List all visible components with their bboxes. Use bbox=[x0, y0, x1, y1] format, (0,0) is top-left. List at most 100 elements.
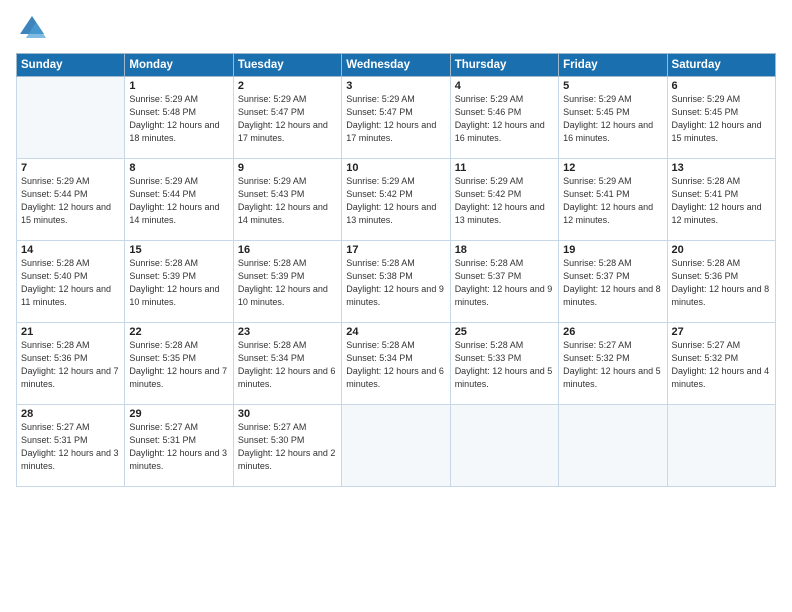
calendar-cell: 29Sunrise: 5:27 AMSunset: 5:31 PMDayligh… bbox=[125, 405, 233, 487]
day-number: 21 bbox=[21, 326, 120, 338]
calendar-cell: 8Sunrise: 5:29 AMSunset: 5:44 PMDaylight… bbox=[125, 159, 233, 241]
calendar-cell: 23Sunrise: 5:28 AMSunset: 5:34 PMDayligh… bbox=[233, 323, 341, 405]
calendar-cell: 13Sunrise: 5:28 AMSunset: 5:41 PMDayligh… bbox=[667, 159, 775, 241]
page: SundayMondayTuesdayWednesdayThursdayFrid… bbox=[0, 0, 792, 612]
calendar-table: SundayMondayTuesdayWednesdayThursdayFrid… bbox=[16, 53, 776, 487]
day-info: Sunrise: 5:29 AMSunset: 5:45 PMDaylight:… bbox=[672, 93, 771, 145]
calendar-cell: 10Sunrise: 5:29 AMSunset: 5:42 PMDayligh… bbox=[342, 159, 450, 241]
day-info: Sunrise: 5:29 AMSunset: 5:45 PMDaylight:… bbox=[563, 93, 662, 145]
day-number: 29 bbox=[129, 408, 228, 420]
day-info: Sunrise: 5:28 AMSunset: 5:40 PMDaylight:… bbox=[21, 257, 120, 309]
calendar-cell bbox=[17, 77, 125, 159]
day-info: Sunrise: 5:29 AMSunset: 5:41 PMDaylight:… bbox=[563, 175, 662, 227]
day-number: 5 bbox=[563, 80, 662, 92]
calendar-cell: 1Sunrise: 5:29 AMSunset: 5:48 PMDaylight… bbox=[125, 77, 233, 159]
calendar-cell: 7Sunrise: 5:29 AMSunset: 5:44 PMDaylight… bbox=[17, 159, 125, 241]
calendar-week-2: 7Sunrise: 5:29 AMSunset: 5:44 PMDaylight… bbox=[17, 159, 776, 241]
calendar-week-3: 14Sunrise: 5:28 AMSunset: 5:40 PMDayligh… bbox=[17, 241, 776, 323]
col-header-saturday: Saturday bbox=[667, 54, 775, 77]
day-number: 22 bbox=[129, 326, 228, 338]
calendar-cell: 21Sunrise: 5:28 AMSunset: 5:36 PMDayligh… bbox=[17, 323, 125, 405]
day-info: Sunrise: 5:29 AMSunset: 5:42 PMDaylight:… bbox=[346, 175, 445, 227]
day-number: 8 bbox=[129, 162, 228, 174]
calendar-cell: 9Sunrise: 5:29 AMSunset: 5:43 PMDaylight… bbox=[233, 159, 341, 241]
day-number: 7 bbox=[21, 162, 120, 174]
day-info: Sunrise: 5:28 AMSunset: 5:37 PMDaylight:… bbox=[455, 257, 554, 309]
day-info: Sunrise: 5:27 AMSunset: 5:31 PMDaylight:… bbox=[21, 421, 120, 473]
col-header-wednesday: Wednesday bbox=[342, 54, 450, 77]
calendar-cell bbox=[667, 405, 775, 487]
day-info: Sunrise: 5:28 AMSunset: 5:36 PMDaylight:… bbox=[21, 339, 120, 391]
col-header-friday: Friday bbox=[559, 54, 667, 77]
day-info: Sunrise: 5:28 AMSunset: 5:34 PMDaylight:… bbox=[346, 339, 445, 391]
calendar-cell: 17Sunrise: 5:28 AMSunset: 5:38 PMDayligh… bbox=[342, 241, 450, 323]
calendar-cell: 11Sunrise: 5:29 AMSunset: 5:42 PMDayligh… bbox=[450, 159, 558, 241]
day-info: Sunrise: 5:29 AMSunset: 5:43 PMDaylight:… bbox=[238, 175, 337, 227]
day-info: Sunrise: 5:28 AMSunset: 5:33 PMDaylight:… bbox=[455, 339, 554, 391]
calendar-cell: 3Sunrise: 5:29 AMSunset: 5:47 PMDaylight… bbox=[342, 77, 450, 159]
calendar-cell: 5Sunrise: 5:29 AMSunset: 5:45 PMDaylight… bbox=[559, 77, 667, 159]
day-number: 12 bbox=[563, 162, 662, 174]
day-info: Sunrise: 5:29 AMSunset: 5:42 PMDaylight:… bbox=[455, 175, 554, 227]
col-header-tuesday: Tuesday bbox=[233, 54, 341, 77]
calendar-week-4: 21Sunrise: 5:28 AMSunset: 5:36 PMDayligh… bbox=[17, 323, 776, 405]
calendar-cell: 22Sunrise: 5:28 AMSunset: 5:35 PMDayligh… bbox=[125, 323, 233, 405]
day-number: 25 bbox=[455, 326, 554, 338]
day-number: 17 bbox=[346, 244, 445, 256]
day-number: 1 bbox=[129, 80, 228, 92]
calendar-cell: 25Sunrise: 5:28 AMSunset: 5:33 PMDayligh… bbox=[450, 323, 558, 405]
day-info: Sunrise: 5:29 AMSunset: 5:46 PMDaylight:… bbox=[455, 93, 554, 145]
calendar-cell: 24Sunrise: 5:28 AMSunset: 5:34 PMDayligh… bbox=[342, 323, 450, 405]
day-number: 24 bbox=[346, 326, 445, 338]
calendar-cell: 27Sunrise: 5:27 AMSunset: 5:32 PMDayligh… bbox=[667, 323, 775, 405]
day-number: 14 bbox=[21, 244, 120, 256]
day-info: Sunrise: 5:28 AMSunset: 5:41 PMDaylight:… bbox=[672, 175, 771, 227]
day-info: Sunrise: 5:28 AMSunset: 5:36 PMDaylight:… bbox=[672, 257, 771, 309]
col-header-thursday: Thursday bbox=[450, 54, 558, 77]
calendar-cell: 19Sunrise: 5:28 AMSunset: 5:37 PMDayligh… bbox=[559, 241, 667, 323]
calendar-cell: 16Sunrise: 5:28 AMSunset: 5:39 PMDayligh… bbox=[233, 241, 341, 323]
calendar-cell: 4Sunrise: 5:29 AMSunset: 5:46 PMDaylight… bbox=[450, 77, 558, 159]
day-info: Sunrise: 5:27 AMSunset: 5:32 PMDaylight:… bbox=[672, 339, 771, 391]
day-info: Sunrise: 5:27 AMSunset: 5:31 PMDaylight:… bbox=[129, 421, 228, 473]
calendar-cell: 30Sunrise: 5:27 AMSunset: 5:30 PMDayligh… bbox=[233, 405, 341, 487]
day-number: 20 bbox=[672, 244, 771, 256]
logo-icon bbox=[18, 14, 46, 42]
calendar-week-5: 28Sunrise: 5:27 AMSunset: 5:31 PMDayligh… bbox=[17, 405, 776, 487]
day-number: 4 bbox=[455, 80, 554, 92]
day-number: 15 bbox=[129, 244, 228, 256]
col-header-sunday: Sunday bbox=[17, 54, 125, 77]
day-number: 2 bbox=[238, 80, 337, 92]
header bbox=[16, 10, 776, 47]
calendar-cell: 6Sunrise: 5:29 AMSunset: 5:45 PMDaylight… bbox=[667, 77, 775, 159]
calendar-cell: 18Sunrise: 5:28 AMSunset: 5:37 PMDayligh… bbox=[450, 241, 558, 323]
day-info: Sunrise: 5:28 AMSunset: 5:38 PMDaylight:… bbox=[346, 257, 445, 309]
day-info: Sunrise: 5:29 AMSunset: 5:47 PMDaylight:… bbox=[346, 93, 445, 145]
calendar-cell: 26Sunrise: 5:27 AMSunset: 5:32 PMDayligh… bbox=[559, 323, 667, 405]
day-info: Sunrise: 5:28 AMSunset: 5:39 PMDaylight:… bbox=[129, 257, 228, 309]
day-number: 10 bbox=[346, 162, 445, 174]
day-info: Sunrise: 5:28 AMSunset: 5:34 PMDaylight:… bbox=[238, 339, 337, 391]
day-number: 11 bbox=[455, 162, 554, 174]
day-info: Sunrise: 5:29 AMSunset: 5:48 PMDaylight:… bbox=[129, 93, 228, 145]
calendar-cell: 15Sunrise: 5:28 AMSunset: 5:39 PMDayligh… bbox=[125, 241, 233, 323]
day-number: 13 bbox=[672, 162, 771, 174]
day-number: 16 bbox=[238, 244, 337, 256]
calendar-header-row: SundayMondayTuesdayWednesdayThursdayFrid… bbox=[17, 54, 776, 77]
calendar-cell: 14Sunrise: 5:28 AMSunset: 5:40 PMDayligh… bbox=[17, 241, 125, 323]
calendar-cell bbox=[342, 405, 450, 487]
col-header-monday: Monday bbox=[125, 54, 233, 77]
day-number: 19 bbox=[563, 244, 662, 256]
day-info: Sunrise: 5:28 AMSunset: 5:35 PMDaylight:… bbox=[129, 339, 228, 391]
day-number: 27 bbox=[672, 326, 771, 338]
day-info: Sunrise: 5:29 AMSunset: 5:47 PMDaylight:… bbox=[238, 93, 337, 145]
day-number: 30 bbox=[238, 408, 337, 420]
day-number: 18 bbox=[455, 244, 554, 256]
calendar-cell: 2Sunrise: 5:29 AMSunset: 5:47 PMDaylight… bbox=[233, 77, 341, 159]
calendar-cell bbox=[559, 405, 667, 487]
day-number: 26 bbox=[563, 326, 662, 338]
day-number: 28 bbox=[21, 408, 120, 420]
calendar-cell bbox=[450, 405, 558, 487]
calendar-cell: 12Sunrise: 5:29 AMSunset: 5:41 PMDayligh… bbox=[559, 159, 667, 241]
day-info: Sunrise: 5:27 AMSunset: 5:32 PMDaylight:… bbox=[563, 339, 662, 391]
